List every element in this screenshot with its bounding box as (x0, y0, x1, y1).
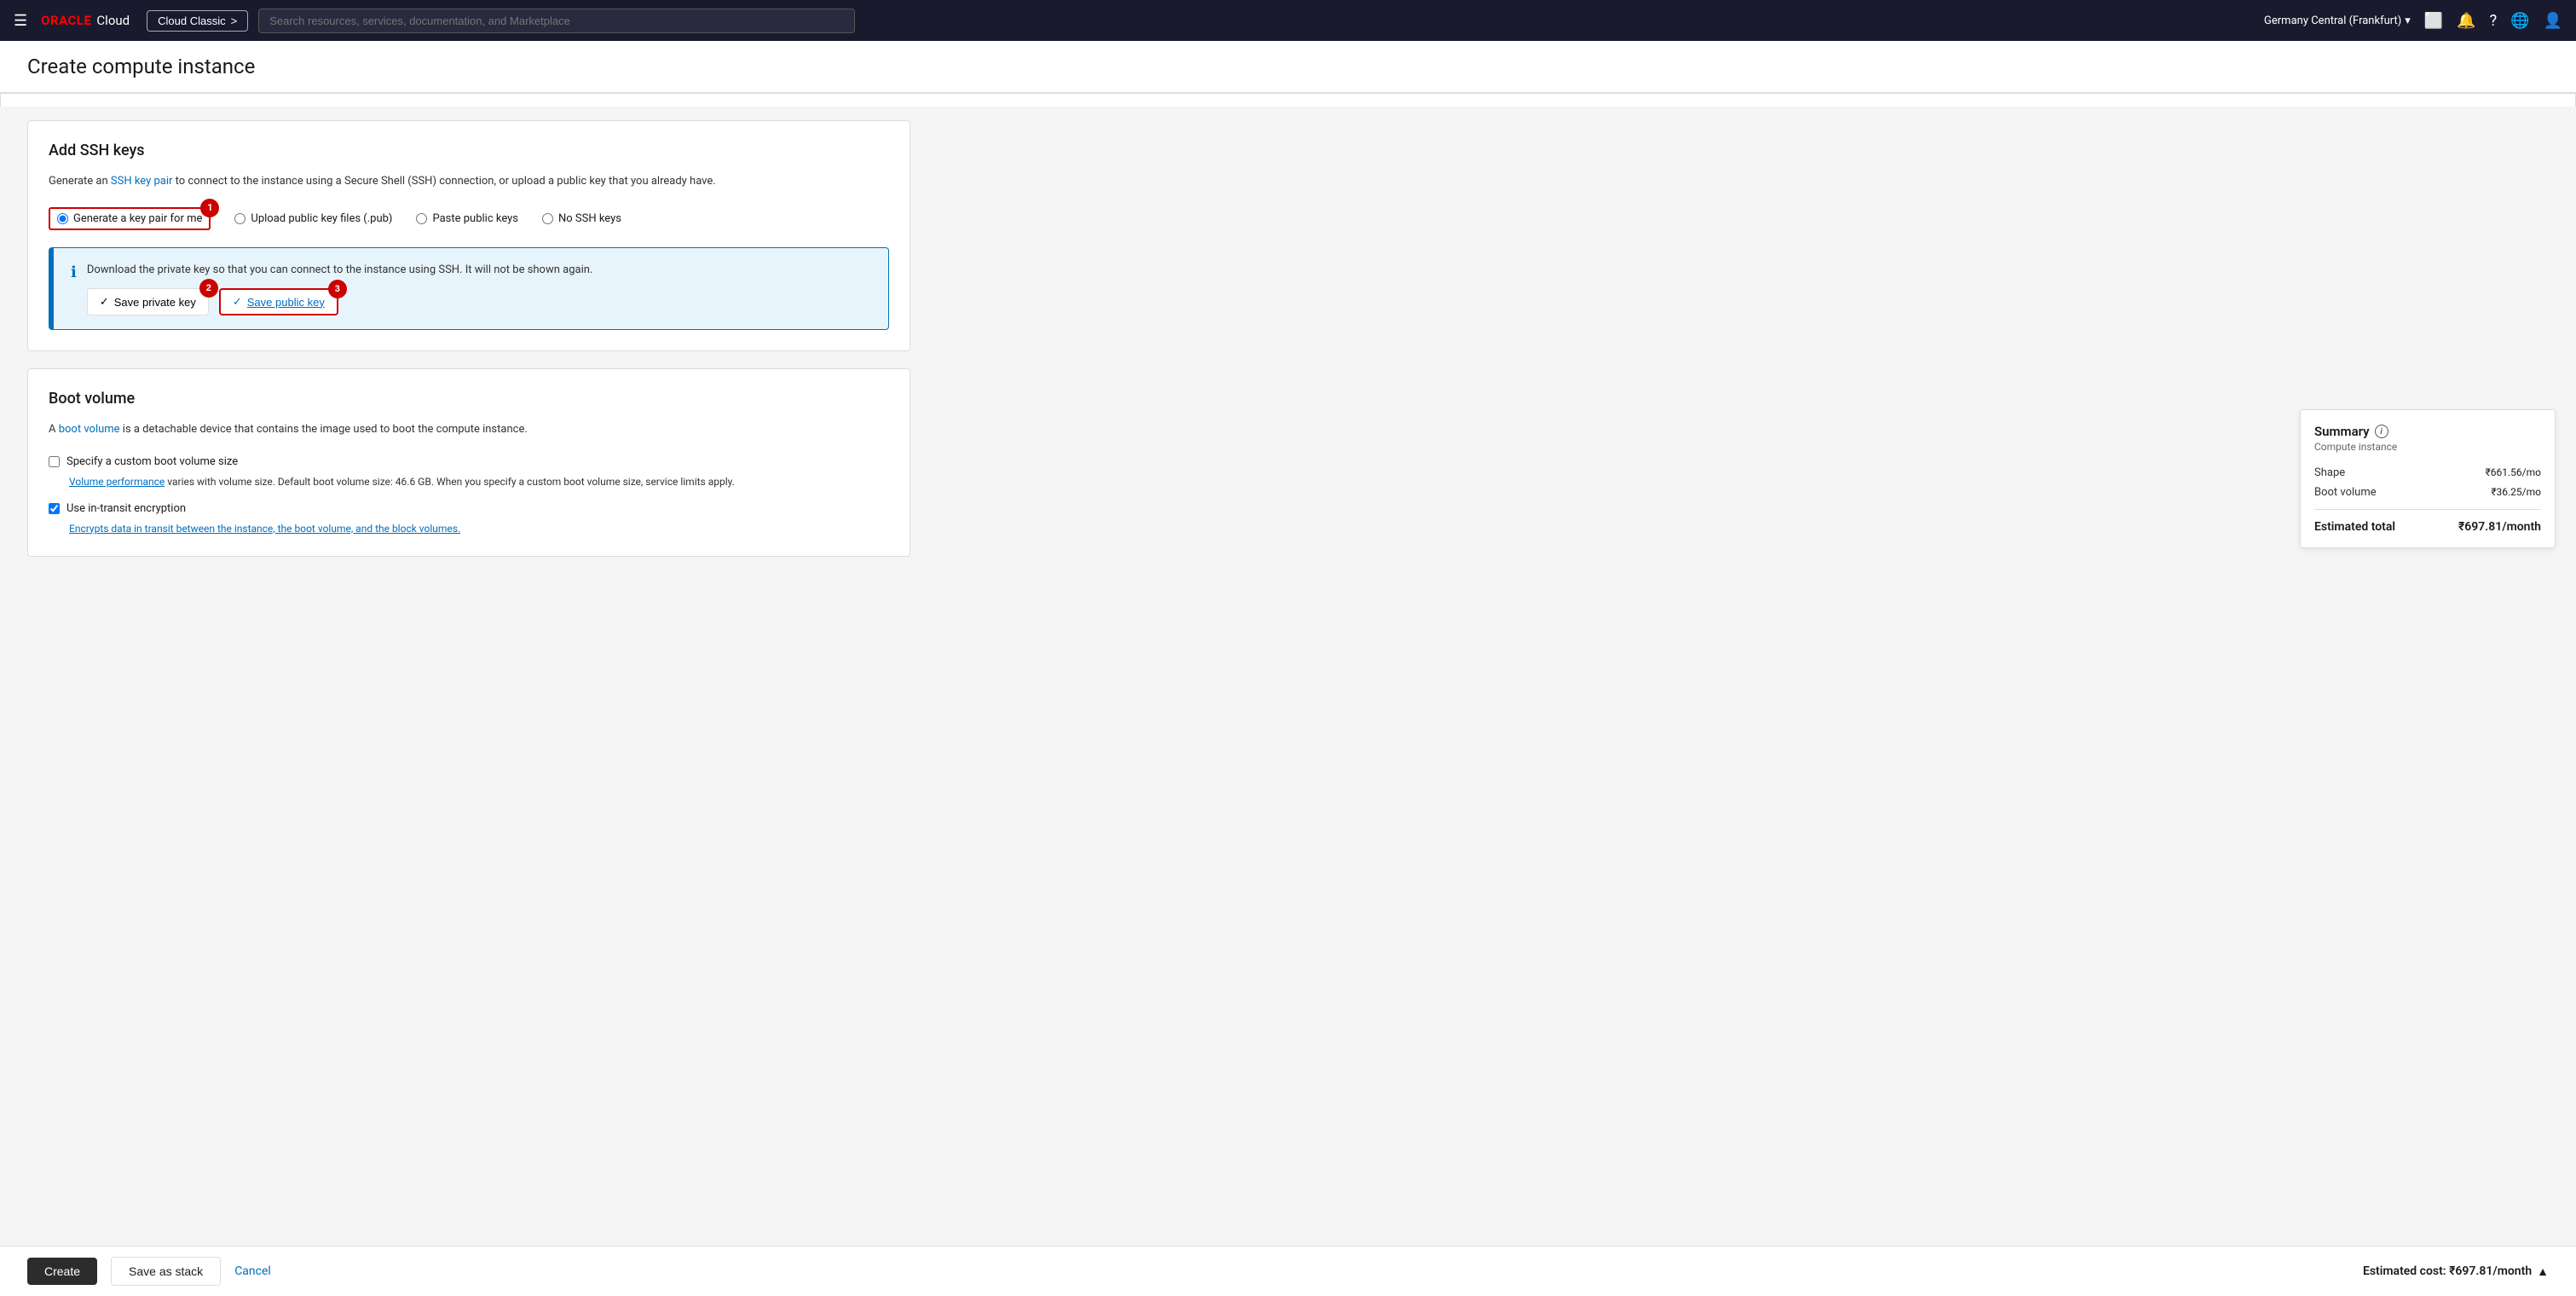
step-badge-3: 3 (328, 280, 347, 298)
save-public-label: Save public key (247, 296, 325, 309)
region-label: Germany Central (Frankfurt) (2264, 14, 2401, 27)
boot-value: ₹36.25/mo (2491, 486, 2541, 499)
save-public-key-button[interactable]: 3 ✓ Save public key (219, 288, 338, 315)
cost-label: Estimated cost: ₹697.81/month (2363, 1264, 2532, 1278)
page-title: Create compute instance (27, 55, 2549, 78)
radio-paste-input[interactable] (416, 213, 427, 224)
transit-encryption-label: Use in-transit encryption (66, 502, 186, 515)
nav-right-icons: Germany Central (Frankfurt) ▾ ⬜ 🔔 ? 🌐 👤 (2264, 12, 2562, 30)
boot-volume-section: Boot volume A boot volume is a detachabl… (27, 368, 910, 557)
volume-perf-desc: Volume performance varies with volume si… (69, 476, 735, 488)
boot-volume-link[interactable]: boot volume (59, 423, 120, 436)
total-label: Estimated total (2314, 520, 2395, 534)
ssh-radio-group: 1 Generate a key pair for me Upload publ… (49, 207, 889, 230)
radio-no-ssh-input[interactable] (542, 213, 553, 224)
boot-label: Boot volume (2314, 486, 2377, 499)
checkmark-icon: ✓ (100, 295, 109, 309)
radio-paste-pubkeys[interactable]: Paste public keys (416, 212, 518, 225)
ssh-desc-end: to connect to the instance using a Secur… (172, 175, 715, 188)
cancel-button[interactable]: Cancel (234, 1264, 271, 1278)
encrypt-link[interactable]: Encrypts data in transit between the ins… (69, 523, 460, 535)
help-icon[interactable]: ? (2490, 12, 2498, 30)
page-header: Create compute instance (0, 41, 2576, 93)
info-content: Download the private key so that you can… (87, 262, 593, 316)
summary-title: Summary (2314, 424, 2370, 439)
radio-no-ssh-label: No SSH keys (558, 212, 621, 225)
summary-total-row: Estimated total ₹697.81/month (2314, 520, 2541, 534)
info-circle-icon: ℹ (71, 263, 77, 281)
cloud-classic-button[interactable]: Cloud Classic > (147, 10, 248, 32)
transit-encryption-row: Use in-transit encryption (49, 502, 889, 515)
summary-shape-row: Shape ₹661.56/mo (2314, 466, 2541, 479)
estimated-cost: Estimated cost: ₹697.81/month ▲ (2363, 1264, 2549, 1279)
main-content: Add SSH keys Generate an SSH key pair to… (0, 120, 938, 642)
cloud-text: Cloud (96, 13, 130, 28)
ssh-section-desc: Generate an SSH key pair to connect to t… (49, 173, 889, 190)
save-as-stack-button[interactable]: Save as stack (111, 1257, 221, 1286)
volume-performance-link[interactable]: Volume performance (69, 476, 165, 488)
volume-perf-text: varies with volume size. Default boot vo… (167, 476, 735, 488)
region-selector[interactable]: Germany Central (Frankfurt) ▾ (2264, 14, 2411, 27)
radio-upload-input[interactable] (234, 213, 245, 224)
shape-value: ₹661.56/mo (2486, 466, 2541, 479)
boot-desc-end: is a detachable device that contains the… (120, 423, 528, 436)
ssh-section-title: Add SSH keys (49, 142, 889, 159)
create-button[interactable]: Create (27, 1258, 97, 1285)
bell-icon[interactable]: 🔔 (2457, 12, 2475, 30)
radio-no-ssh[interactable]: No SSH keys (542, 212, 621, 225)
save-private-label: Save private key (114, 296, 196, 309)
step-badge-2: 2 (199, 279, 218, 298)
summary-subtitle: Compute instance (2314, 441, 2541, 453)
custom-boot-checkbox[interactable] (49, 456, 60, 467)
radio-paste-label: Paste public keys (432, 212, 518, 225)
summary-header: Summary i (2314, 424, 2541, 439)
checkmark-public-icon: ✓ (233, 295, 242, 309)
total-value: ₹697.81/month (2458, 520, 2541, 534)
top-navigation: ☰ ORACLE Cloud Cloud Classic > Germany C… (0, 0, 2576, 41)
oracle-logo: ORACLE Cloud (41, 13, 130, 28)
shape-label: Shape (2314, 466, 2345, 479)
language-icon[interactable]: 🌐 (2510, 12, 2529, 30)
ssh-keys-section: Add SSH keys Generate an SSH key pair to… (27, 120, 910, 351)
radio-upload-label: Upload public key files (.pub) (251, 212, 392, 225)
chevron-down-icon: ▾ (2405, 14, 2411, 27)
oracle-text: ORACLE (41, 13, 91, 28)
cloud-classic-label: Cloud Classic (158, 14, 225, 27)
ssh-info-box: ℹ Download the private key so that you c… (49, 247, 889, 331)
transit-encryption-checkbox[interactable] (49, 503, 60, 514)
user-avatar[interactable]: 👤 (2544, 12, 2562, 30)
search-input[interactable] (258, 9, 855, 33)
save-private-key-button[interactable]: 2 ✓ Save private key (87, 288, 209, 315)
summary-divider (2314, 509, 2541, 510)
hamburger-menu[interactable]: ☰ (14, 12, 27, 30)
radio-upload-pubkey[interactable]: Upload public key files (.pub) (234, 212, 392, 225)
radio-generate-label: Generate a key pair for me (73, 212, 202, 225)
step-badge-1: 1 (200, 199, 219, 217)
info-actions: 2 ✓ Save private key 3 ✓ Save public key (87, 288, 593, 315)
bottom-action-bar: Create Save as stack Cancel Estimated co… (0, 1246, 2576, 1296)
custom-boot-label: Specify a custom boot volume size (66, 455, 238, 468)
radio-generate-input[interactable] (57, 213, 68, 224)
summary-info-icon[interactable]: i (2375, 425, 2388, 438)
ssh-desc-start: Generate an (49, 175, 111, 188)
custom-boot-size-row: Specify a custom boot volume size (49, 455, 889, 468)
boot-desc-start: A (49, 423, 59, 436)
chevron-up-icon[interactable]: ▲ (2537, 1264, 2549, 1279)
scroll-indicator (0, 93, 2576, 107)
chevron-right-icon: > (231, 14, 238, 27)
ssh-key-pair-link[interactable]: SSH key pair (111, 175, 173, 188)
boot-section-desc: A boot volume is a detachable device tha… (49, 421, 889, 438)
summary-panel: Summary i Compute instance Shape ₹661.56… (2300, 409, 2556, 548)
radio-generate-keypair[interactable]: 1 Generate a key pair for me (49, 207, 211, 230)
terminal-icon[interactable]: ⬜ (2424, 12, 2443, 30)
boot-section-title: Boot volume (49, 390, 889, 408)
summary-boot-row: Boot volume ₹36.25/mo (2314, 486, 2541, 499)
info-message: Download the private key so that you can… (87, 262, 593, 279)
